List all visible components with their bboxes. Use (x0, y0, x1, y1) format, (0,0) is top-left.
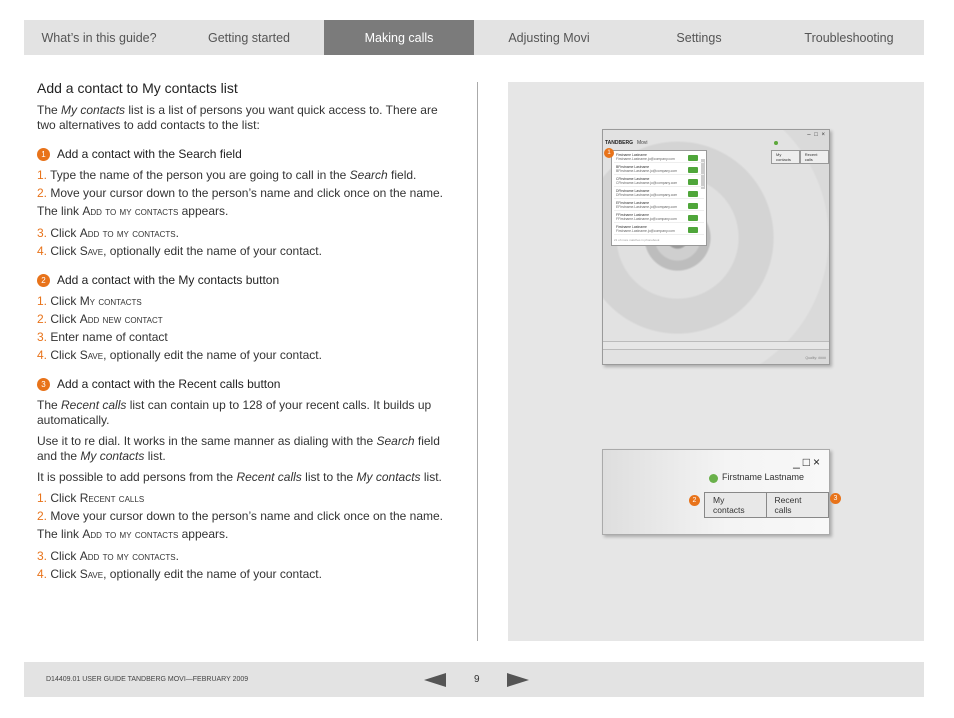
tab-making-calls[interactable]: Making calls (324, 20, 474, 55)
list-item: FFirstname Lastname FFirstname.Lastname.j… (614, 213, 704, 223)
movi-tabs: My contacts Recent calls (771, 150, 829, 164)
movi-brand: TANDBERG Movi (605, 140, 648, 146)
list-item: CFirstname Lastname CFirstname.Lastname.j… (614, 177, 704, 187)
list-item: DFirstname Lastname DFirstname.Lastname.j… (614, 189, 704, 199)
list-item: 4. Click Save, optionally edit the name … (37, 348, 322, 362)
step-badge-2: 2 (37, 274, 50, 287)
page-number: 9 (474, 674, 480, 685)
step-badge-3: 3 (830, 493, 841, 504)
status-text: Quality: #### (805, 356, 826, 360)
intro-paragraph: The My contacts list is a list of person… (37, 103, 438, 132)
list-item: 3. Enter name of contact (37, 330, 168, 344)
window-controls: _□× (793, 455, 823, 469)
call-icon (688, 191, 698, 197)
search-results-list: Firstname Lastname Firstname.Lastname.jo@… (611, 150, 707, 246)
page-title: Add a contact to My contacts list (37, 80, 238, 96)
presence-icon (774, 141, 778, 145)
list-item: EFirstname Lastname EFirstname.Lastname.j… (614, 201, 704, 211)
tab-adjusting-movi[interactable]: Adjusting Movi (474, 20, 624, 55)
list-item: 2. Click Add new contact (37, 312, 163, 326)
tab-getting-started[interactable]: Getting started (174, 20, 324, 55)
tab-whats-in-this-guide[interactable]: What’s in this guide? (24, 20, 174, 55)
movi-window-detail: _□× Firstname Lastname My contacts Recen… (602, 449, 841, 535)
footer: D14409.01 USER GUIDE TANDBERG MOVI—FEBRU… (24, 662, 924, 697)
main-content: Add a contact to My contacts list The My… (37, 80, 447, 585)
list-item: 1. Click My contacts (37, 294, 142, 308)
call-icon (688, 167, 698, 173)
list-item: 2. Move your cursor down to the person’s… (37, 509, 444, 523)
tab-troubleshooting[interactable]: Troubleshooting (774, 20, 924, 55)
movi-window-screenshot: TANDBERG Movi – □ × My contacts Recent ca… (602, 129, 830, 365)
list-note: The link Add to my contacts appears. (37, 527, 229, 541)
list-item: 3. Click Add to my contacts. (37, 549, 179, 563)
top-nav: What’s in this guide? Getting started Ma… (24, 20, 924, 55)
movi-toolbar (603, 341, 829, 350)
section-my-contacts-heading: 2 Add a contact with the My contacts but… (37, 273, 447, 288)
paragraph: Use it to re dial. It works in the same … (37, 434, 440, 463)
paragraph: The Recent calls list can contain up to … (37, 398, 432, 427)
column-divider (477, 82, 478, 641)
illustration-panel: TANDBERG Movi – □ × My contacts Recent ca… (508, 82, 924, 641)
list-item: Firstname Lastname Firstname.Lastname.jo@… (614, 225, 704, 235)
document-id: D14409.01 USER GUIDE TANDBERG MOVI—FEBRU… (46, 676, 249, 683)
call-icon (688, 227, 698, 233)
tab-settings[interactable]: Settings (624, 20, 774, 55)
call-icon (688, 155, 698, 161)
list-item: 1. Click Recent calls (37, 491, 145, 505)
call-icon (688, 203, 698, 209)
list-item: 4. Click Save, optionally edit the name … (37, 244, 322, 258)
list-item: Firstname Lastname Firstname.Lastname.jo@… (614, 153, 704, 163)
recent-calls-tab: Recent calls (799, 150, 829, 164)
step-badge-1: 1 (604, 148, 614, 158)
contact-buttons: My contacts Recent calls (704, 492, 829, 518)
presence-icon (709, 474, 718, 483)
recent-calls-button: Recent calls (765, 493, 828, 517)
section-recent-calls-heading: 3 Add a contact with the Recent calls bu… (37, 377, 447, 392)
section-search-heading: 1 Add a contact with the Search field (37, 147, 447, 162)
next-page-icon[interactable] (507, 673, 529, 687)
paragraph: It is possible to add persons from the R… (37, 470, 442, 484)
window-controls: – □ × (807, 132, 826, 138)
list-item: 2. Move your cursor down to the person’s… (37, 186, 444, 200)
list-item: 1. Type the name of the person you are g… (37, 168, 417, 182)
call-icon (688, 215, 698, 221)
my-contacts-button: My contacts (705, 493, 766, 517)
results-count: 21 of more matches in phonebook (614, 238, 660, 242)
previous-page-icon[interactable] (424, 673, 446, 687)
user-name: Firstname Lastname (722, 472, 805, 482)
step-badge-2: 2 (689, 495, 700, 506)
my-contacts-tab: My contacts (771, 150, 800, 164)
step-badge-3: 3 (37, 378, 50, 391)
list-item: BFirstname Lastname BFirstname.Lastname.j… (614, 165, 704, 175)
step-badge-1: 1 (37, 148, 50, 161)
list-item: 4. Click Save, optionally edit the name … (37, 567, 322, 581)
call-icon (688, 179, 698, 185)
list-item: 3. Click Add to my contacts. (37, 226, 179, 240)
list-note: The link Add to my contacts appears. (37, 204, 229, 218)
